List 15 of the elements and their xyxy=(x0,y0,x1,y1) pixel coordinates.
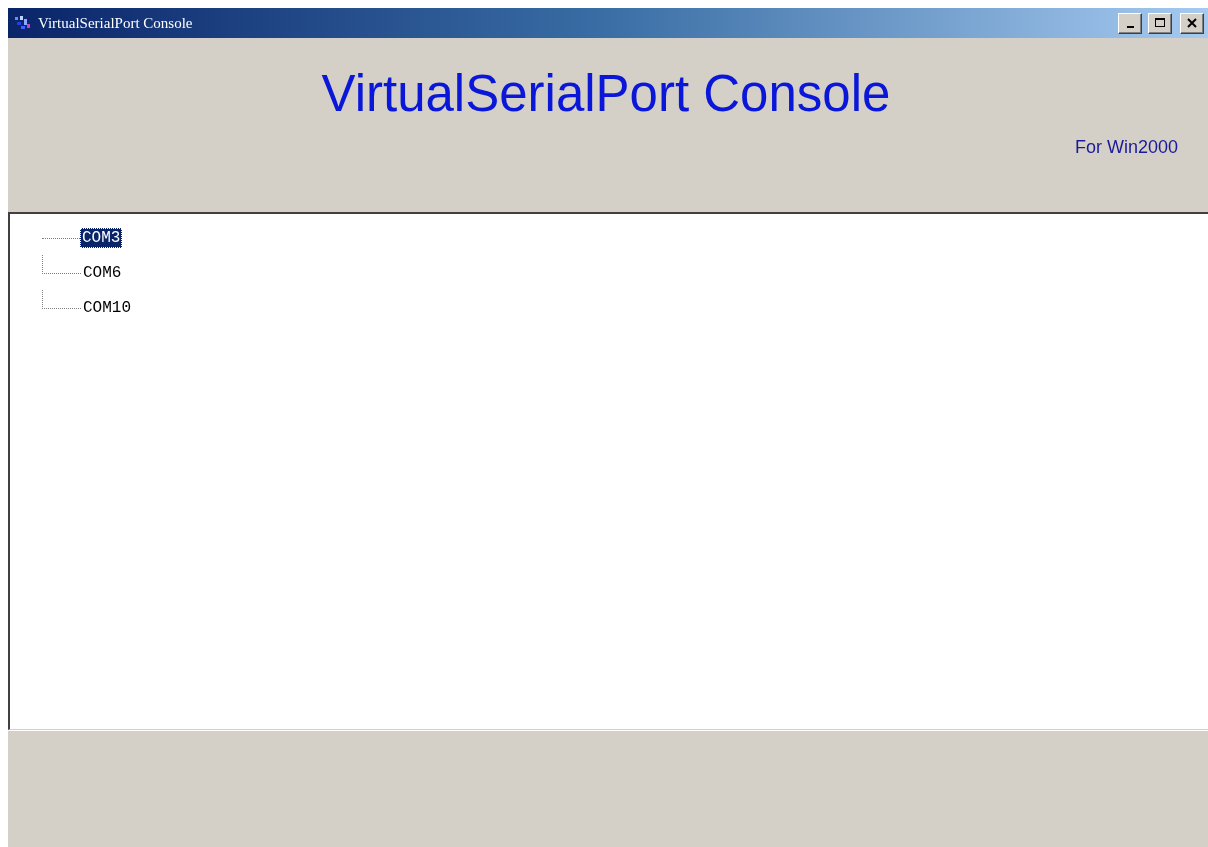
tree-item[interactable]: COM6 xyxy=(81,262,124,283)
minimize-button[interactable] xyxy=(1118,12,1142,34)
app-icon xyxy=(14,15,32,31)
window-title: VirtualSerialPort Console xyxy=(38,14,194,32)
minimize-icon xyxy=(1126,25,1134,28)
close-button[interactable] xyxy=(1180,12,1204,34)
close-icon xyxy=(1187,18,1197,28)
app-heading: VirtualSerialPort Console xyxy=(321,64,891,123)
tree-connector xyxy=(42,255,81,274)
platform-label: For Win2000 xyxy=(1074,137,1178,158)
maximize-button[interactable] xyxy=(1148,12,1172,34)
tree-item[interactable]: COM10 xyxy=(81,297,133,318)
maximize-icon xyxy=(1154,18,1166,28)
tree-item[interactable]: COM3 xyxy=(80,227,123,248)
tree-connector xyxy=(42,290,81,309)
